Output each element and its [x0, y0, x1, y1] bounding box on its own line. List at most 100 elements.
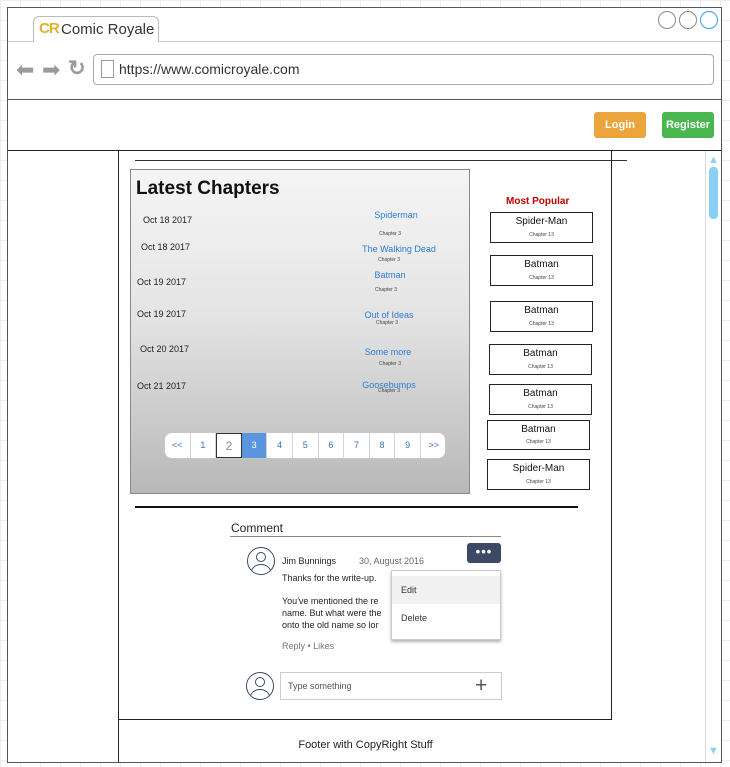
window-maximize-button[interactable] [679, 11, 697, 29]
comment-date: 30, August 2016 [359, 556, 425, 566]
chapter-number: Chapter 3 [379, 231, 401, 237]
menu-item-delete[interactable]: Delete [392, 604, 500, 632]
popular-item-name: Batman [521, 424, 556, 435]
chapter-number: Chapter 3 [376, 320, 398, 326]
popular-item-name: Spider-Man [515, 216, 568, 227]
pagination-page-selected[interactable]: 3 [241, 433, 268, 458]
forward-arrow-icon[interactable]: ➡ [42, 59, 60, 81]
back-arrow-icon[interactable]: ⬅ [16, 59, 34, 81]
plus-icon[interactable]: + [475, 674, 487, 698]
popular-item[interactable]: Spider-Man Chapter 13 [487, 459, 590, 490]
pagination-page[interactable]: 5 [293, 433, 319, 458]
most-popular-title: Most Popular [506, 196, 570, 207]
window-minimize-button[interactable] [658, 11, 676, 29]
popular-item-chapter: Chapter 13 [526, 439, 551, 445]
site-header: Login Register [8, 100, 721, 151]
divider [230, 536, 501, 537]
popular-item[interactable]: Spider-Man Chapter 13 [490, 212, 593, 243]
chapter-date: Oct 19 2017 [137, 309, 187, 319]
popular-item-chapter: Chapter 13 [529, 232, 554, 238]
scrollbar-thumb[interactable] [709, 167, 718, 219]
chapter-link[interactable]: Batman [330, 270, 450, 280]
comment-text: name. But what were the [282, 608, 382, 618]
chapter-date: Oct 20 2017 [140, 344, 190, 354]
page-icon [101, 60, 114, 78]
popular-item[interactable]: Batman Chapter 13 [487, 420, 590, 450]
chapter-date: Oct 18 2017 [143, 215, 193, 225]
pagination-page-current[interactable]: 2 [216, 433, 242, 458]
popular-item[interactable]: Batman Chapter 13 [490, 255, 593, 286]
popular-item-name: Batman [524, 259, 559, 270]
reload-icon[interactable]: ↻ [68, 58, 86, 79]
chapter-date: Oct 19 2017 [137, 277, 187, 287]
chapter-number: Chapter 3 [375, 287, 397, 293]
site-logo-icon: CR [39, 20, 60, 37]
popular-item[interactable]: Batman Chapter 13 [490, 301, 593, 332]
pagination-page[interactable]: 6 [319, 433, 345, 458]
comment-text: onto the old name so lor [282, 620, 379, 630]
browser-window: CR Comic Royale ⬅ ➡ ↻ https://www.comicr… [7, 7, 722, 763]
latest-chapters-panel: Latest Chapters Oct 18 2017 Spiderman Ch… [130, 169, 470, 494]
chapter-link[interactable]: Out of Ideas [329, 310, 449, 320]
divider [135, 506, 578, 508]
url-text: https://www.comicroyale.com [119, 61, 300, 77]
avatar [247, 547, 275, 575]
footer: Footer with CopyRight Stuff [119, 719, 612, 762]
comment-input[interactable]: Type something + [280, 672, 502, 700]
pagination-page[interactable]: 7 [344, 433, 370, 458]
footer-text: Footer with CopyRight Stuff [298, 739, 433, 751]
popular-item-chapter: Chapter 13 [528, 364, 553, 370]
pagination-page[interactable]: 1 [191, 433, 217, 458]
pagination-last[interactable]: >> [421, 433, 445, 458]
comment-author[interactable]: Jim Bunnings [282, 556, 336, 566]
scroll-down-icon[interactable]: ▼ [708, 745, 719, 757]
divider [135, 160, 627, 161]
popular-item[interactable]: Batman Chapter 13 [489, 384, 592, 415]
comment-actions[interactable]: Reply • Likes [282, 641, 334, 651]
popular-item-name: Spider-Man [512, 463, 565, 474]
more-options-button[interactable]: ••• [467, 543, 501, 563]
user-body-icon [251, 564, 271, 574]
comment-text: You've mentioned the re [282, 596, 379, 606]
menu-item-edit[interactable]: Edit [392, 576, 500, 604]
chapter-date: Oct 18 2017 [141, 242, 191, 252]
pagination-page[interactable]: 9 [395, 433, 421, 458]
main-content: Latest Chapters Oct 18 2017 Spiderman Ch… [118, 151, 627, 762]
popular-item-name: Batman [523, 388, 558, 399]
scroll-up-icon[interactable]: ▲ [708, 154, 719, 166]
tab-title: Comic Royale [61, 21, 155, 38]
user-head-icon [255, 677, 265, 687]
chapter-date: Oct 21 2017 [137, 381, 187, 391]
latest-chapters-title: Latest Chapters [136, 178, 280, 199]
vertical-scrollbar[interactable]: ▲ ▼ [705, 151, 721, 762]
login-button[interactable]: Login [594, 112, 646, 138]
window-close-button[interactable] [700, 11, 718, 29]
popular-item-name: Batman [523, 348, 558, 359]
register-button[interactable]: Register [662, 112, 714, 138]
browser-tab[interactable]: CR Comic Royale [33, 16, 159, 44]
comment-heading: Comment [231, 521, 284, 535]
chapter-link[interactable]: Spiderman [336, 210, 456, 220]
browser-navbar: ⬅ ➡ ↻ https://www.comicroyale.com [8, 42, 721, 100]
popular-item-chapter: Chapter 13 [528, 404, 553, 410]
chapter-number: Chapter 3 [378, 257, 400, 263]
pagination-page[interactable]: 8 [370, 433, 396, 458]
popular-item-chapter: Chapter 13 [529, 321, 554, 327]
address-bar[interactable]: https://www.comicroyale.com [93, 54, 714, 85]
user-head-icon [256, 552, 266, 562]
avatar [246, 672, 274, 700]
chapter-number: Chapter 3 [379, 361, 401, 367]
browser-titlebar: CR Comic Royale [8, 8, 721, 44]
user-body-icon [250, 689, 270, 699]
chapter-link[interactable]: Some more [328, 347, 448, 357]
pagination-page[interactable]: 4 [267, 433, 293, 458]
chapter-number: Chapter 3 [378, 388, 400, 394]
pagination: << 1 2 3 4 5 6 7 8 9 >> [164, 432, 446, 459]
popular-item-chapter: Chapter 13 [529, 275, 554, 281]
comment-options-menu: Edit Delete [391, 570, 501, 640]
popular-item[interactable]: Batman Chapter 13 [489, 344, 592, 375]
pagination-first[interactable]: << [165, 433, 191, 458]
comment-input-placeholder: Type something [288, 681, 352, 691]
popular-item-name: Batman [524, 305, 559, 316]
chapter-link[interactable]: The Walking Dead [339, 244, 459, 254]
